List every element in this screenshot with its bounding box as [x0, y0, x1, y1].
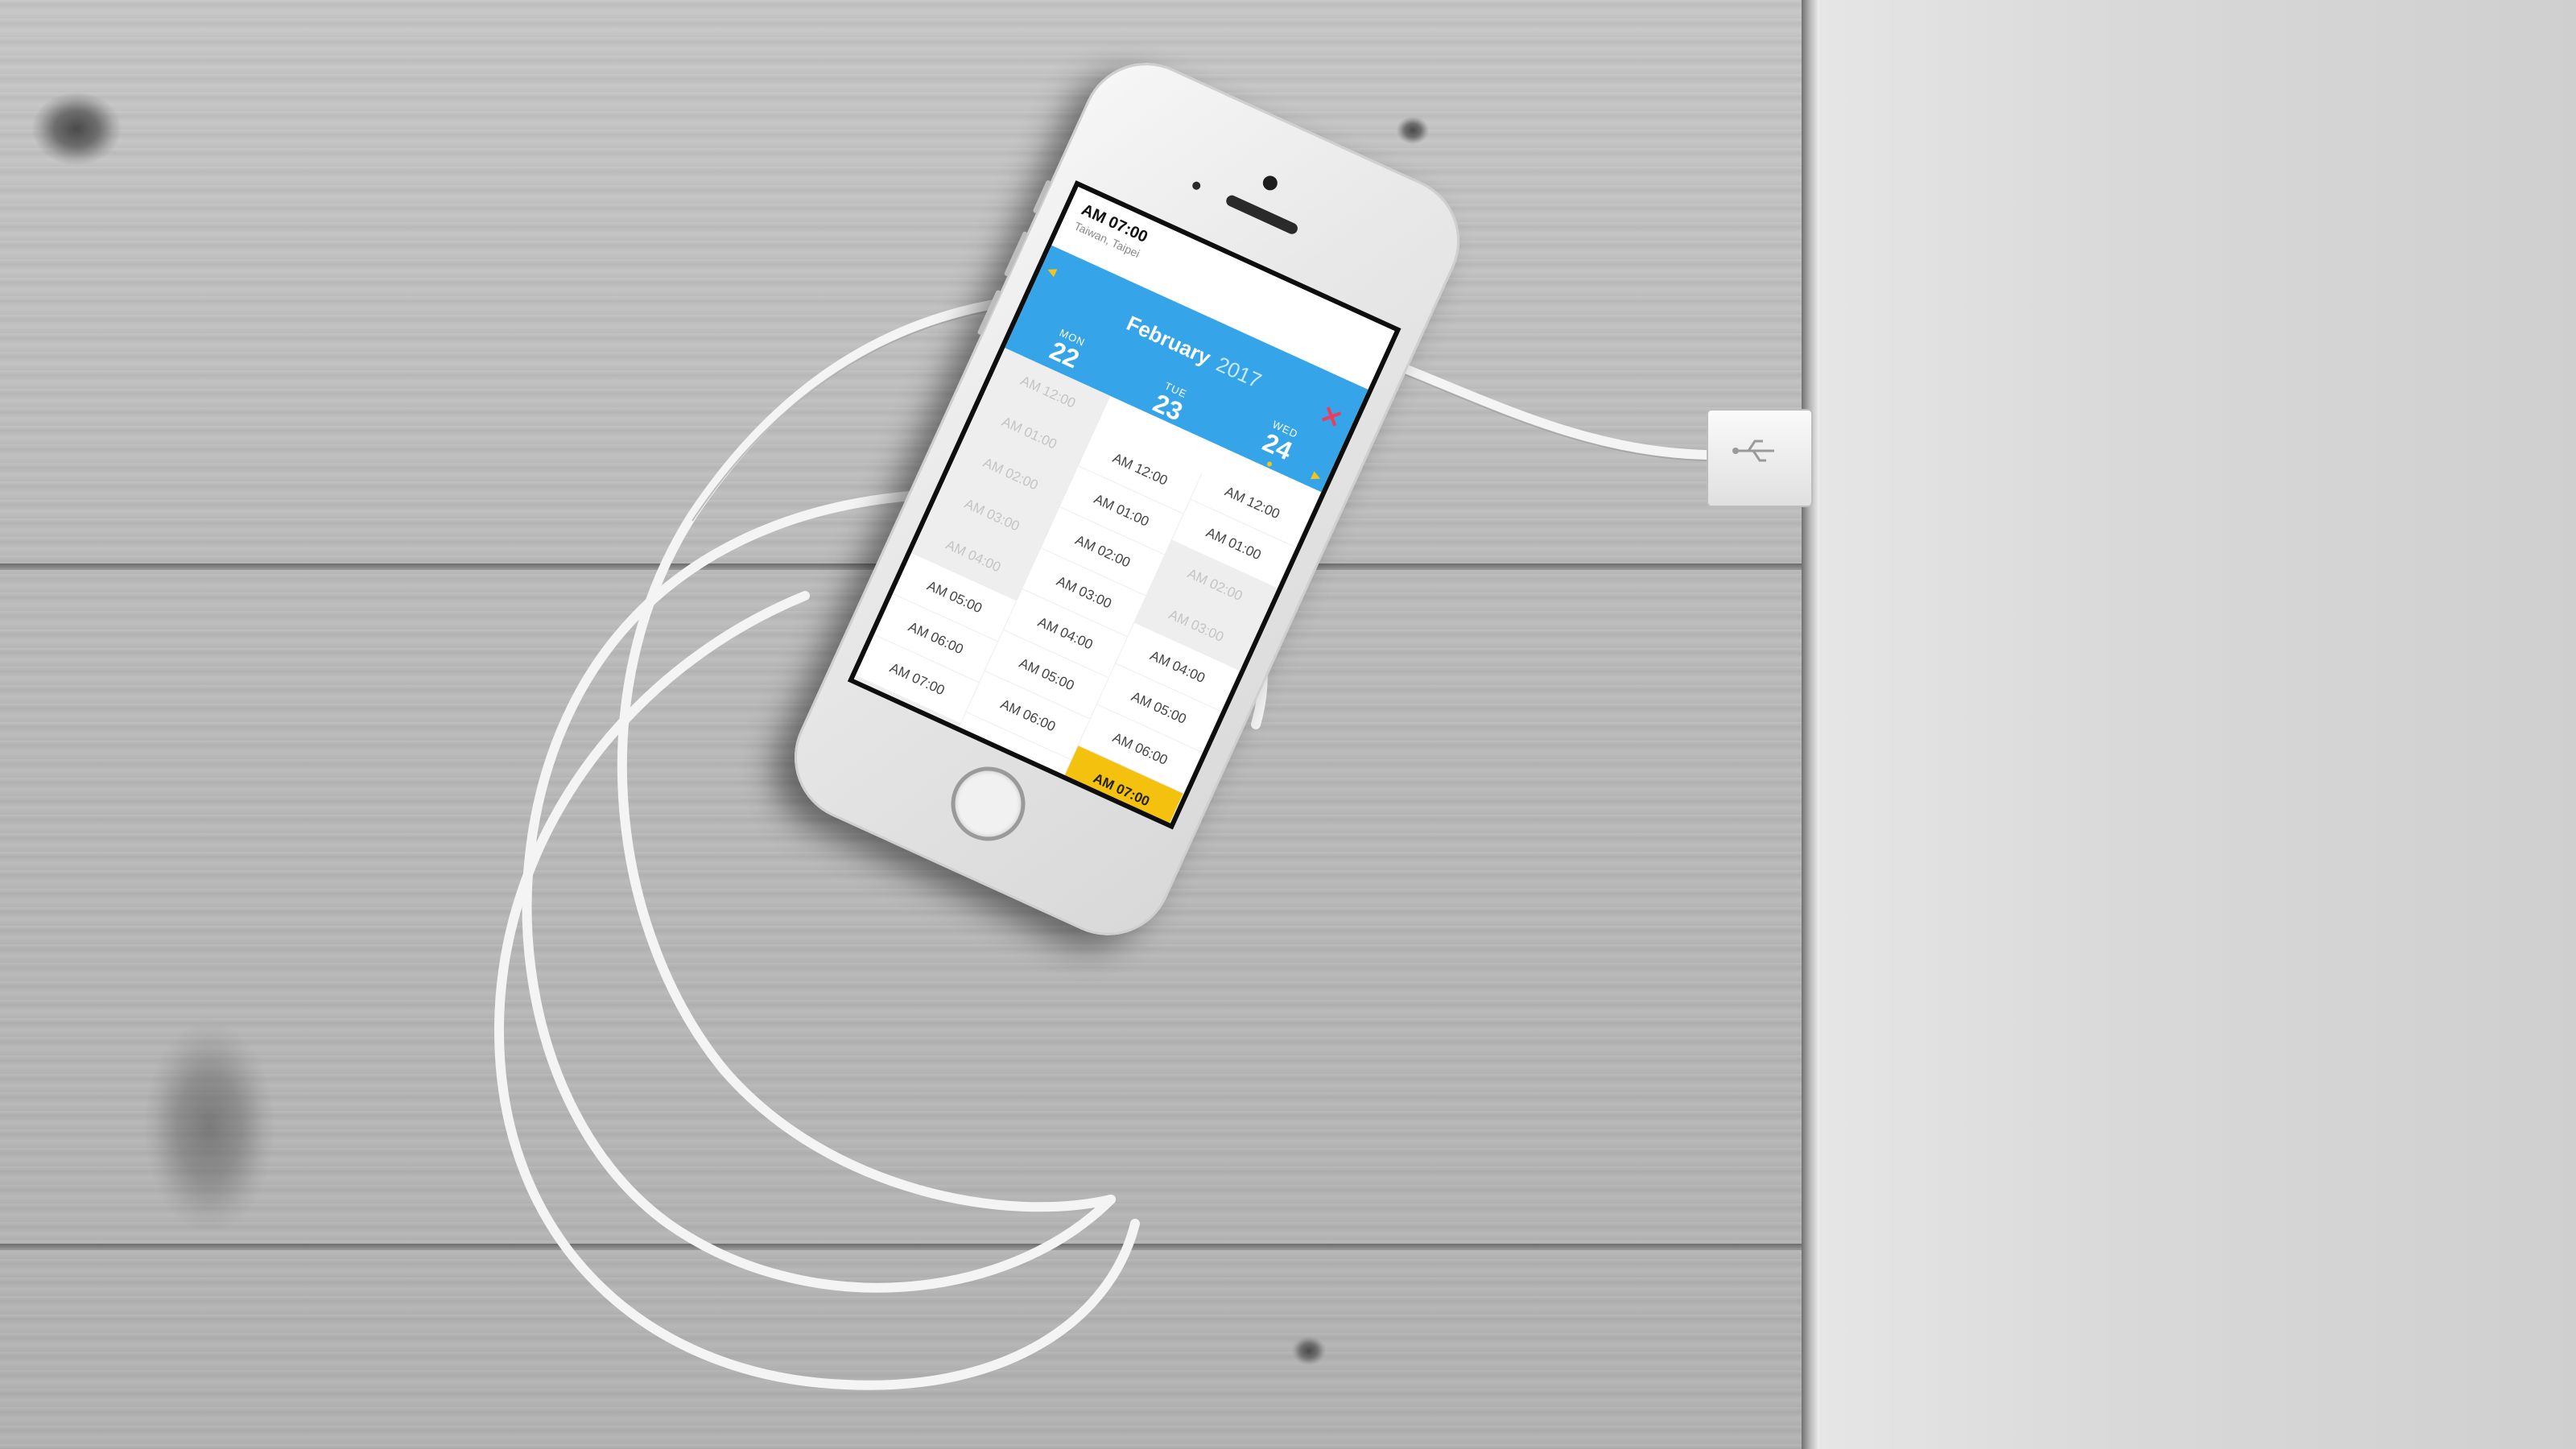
front-camera	[1260, 173, 1280, 193]
time-slot[interactable]: AM 09:00	[1022, 828, 1147, 830]
month-name: February	[1123, 311, 1215, 370]
earpiece-speaker	[1224, 193, 1300, 236]
time-slot[interactable]: AM 09:00	[847, 716, 943, 807]
proximity-sensor	[1191, 180, 1202, 192]
usb-icon	[1732, 440, 1774, 462]
year-label: 2017	[1212, 351, 1265, 394]
usb-connector	[1707, 409, 1813, 507]
home-button[interactable]	[939, 754, 1038, 853]
